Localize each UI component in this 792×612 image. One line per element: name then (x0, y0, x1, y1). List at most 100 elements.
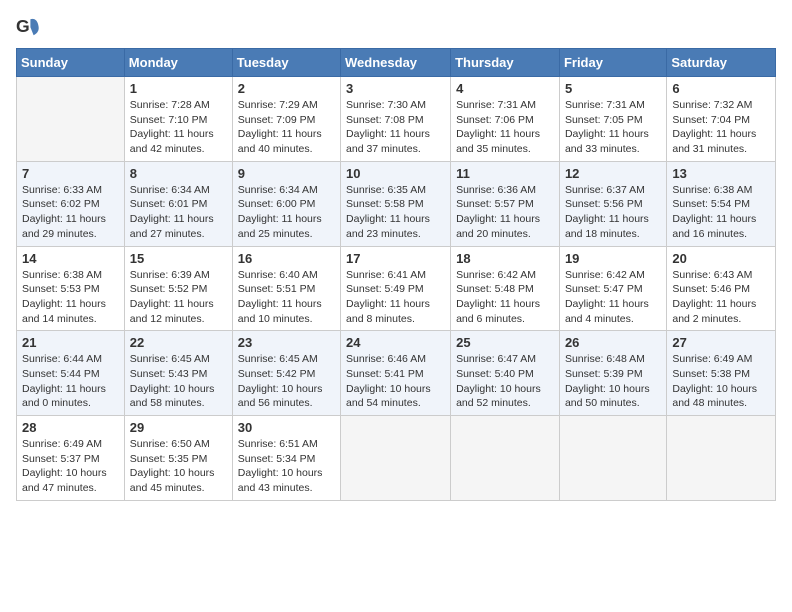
day-number: 10 (346, 166, 445, 181)
day-info: Sunrise: 6:44 AM Sunset: 5:44 PM Dayligh… (22, 352, 119, 411)
calendar-cell: 20Sunrise: 6:43 AM Sunset: 5:46 PM Dayli… (667, 246, 776, 331)
day-of-week-header: Thursday (451, 49, 560, 77)
day-info: Sunrise: 6:34 AM Sunset: 6:00 PM Dayligh… (238, 183, 335, 242)
day-info: Sunrise: 6:38 AM Sunset: 5:54 PM Dayligh… (672, 183, 770, 242)
calendar-cell: 10 Sunrise: 6:35 AM Sunset: 5:58 PM Dayli… (341, 161, 451, 246)
calendar-week-row: 28 Sunrise: 6:49 AM Sunset: 5:37 PM Dayli… (17, 416, 776, 501)
day-info: Sunrise: 6:49 AM Sunset: 5:38 PM Dayligh… (672, 352, 770, 411)
day-number: 5 (565, 81, 661, 96)
day-info: Sunrise: 6:49 AM Sunset: 5:37 PM Dayligh… (22, 437, 119, 496)
calendar-cell: 8 Sunrise: 6:34 AM Sunset: 6:01 PM Daylig… (124, 161, 232, 246)
day-number: 3 (346, 81, 445, 96)
calendar-cell: 12 Sunrise: 6:37 AM Sunset: 5:56 PM Dayli… (559, 161, 666, 246)
day-number: 17 (346, 251, 445, 266)
day-info: Sunrise: 7:28 AM Sunset: 7:10 PM Dayligh… (130, 98, 227, 157)
day-info: Sunrise: 6:38 AM Sunset: 5:53 PM Dayligh… (22, 268, 119, 327)
calendar-week-row: 1 Sunrise: 7:28 AM Sunset: 7:10 PM Daylig… (17, 77, 776, 162)
day-number: 21 (22, 335, 119, 350)
calendar-cell: 24 Sunrise: 6:46 AM Sunset: 5:41 PM Dayli… (341, 331, 451, 416)
day-info: Sunrise: 6:35 AM Sunset: 5:58 PM Dayligh… (346, 183, 445, 242)
day-number: 8 (130, 166, 227, 181)
day-info: Sunrise: 7:32 AM Sunset: 7:04 PM Dayligh… (672, 98, 770, 157)
calendar-cell: 25 Sunrise: 6:47 AM Sunset: 5:40 PM Dayli… (451, 331, 560, 416)
calendar-cell: 5Sunrise: 7:31 AM Sunset: 7:05 PM Daylig… (559, 77, 666, 162)
day-number: 23 (238, 335, 335, 350)
day-of-week-header: Monday (124, 49, 232, 77)
calendar-cell: 14 Sunrise: 6:38 AM Sunset: 5:53 PM Dayli… (17, 246, 125, 331)
day-number: 11 (456, 166, 554, 181)
day-info: Sunrise: 6:40 AM Sunset: 5:51 PM Dayligh… (238, 268, 335, 327)
day-number: 19 (565, 251, 661, 266)
day-info: Sunrise: 6:37 AM Sunset: 5:56 PM Dayligh… (565, 183, 661, 242)
svg-text:G: G (16, 16, 30, 36)
logo-icon: G (16, 16, 40, 40)
calendar-cell (559, 416, 666, 501)
logo: G (16, 16, 44, 40)
day-number: 14 (22, 251, 119, 266)
calendar-cell: 28 Sunrise: 6:49 AM Sunset: 5:37 PM Dayli… (17, 416, 125, 501)
day-number: 6 (672, 81, 770, 96)
day-number: 16 (238, 251, 335, 266)
day-number: 25 (456, 335, 554, 350)
calendar-cell: 21 Sunrise: 6:44 AM Sunset: 5:44 PM Dayli… (17, 331, 125, 416)
calendar-cell: 30 Sunrise: 6:51 AM Sunset: 5:34 PM Dayli… (232, 416, 340, 501)
calendar-cell: 16 Sunrise: 6:40 AM Sunset: 5:51 PM Dayli… (232, 246, 340, 331)
calendar-week-row: 21 Sunrise: 6:44 AM Sunset: 5:44 PM Dayli… (17, 331, 776, 416)
calendar-cell (667, 416, 776, 501)
day-info: Sunrise: 7:29 AM Sunset: 7:09 PM Dayligh… (238, 98, 335, 157)
day-info: Sunrise: 6:34 AM Sunset: 6:01 PM Dayligh… (130, 183, 227, 242)
calendar-cell: 4Sunrise: 7:31 AM Sunset: 7:06 PM Daylig… (451, 77, 560, 162)
calendar-cell: 29 Sunrise: 6:50 AM Sunset: 5:35 PM Dayli… (124, 416, 232, 501)
calendar-cell: 13 Sunrise: 6:38 AM Sunset: 5:54 PM Dayli… (667, 161, 776, 246)
calendar-cell: 18 Sunrise: 6:42 AM Sunset: 5:48 PM Dayli… (451, 246, 560, 331)
day-of-week-header: Wednesday (341, 49, 451, 77)
calendar-cell: 17Sunrise: 6:41 AM Sunset: 5:49 PM Dayli… (341, 246, 451, 331)
day-of-week-header: Friday (559, 49, 666, 77)
day-info: Sunrise: 6:46 AM Sunset: 5:41 PM Dayligh… (346, 352, 445, 411)
day-info: Sunrise: 6:39 AM Sunset: 5:52 PM Dayligh… (130, 268, 227, 327)
calendar-cell: 7 Sunrise: 6:33 AM Sunset: 6:02 PM Daylig… (17, 161, 125, 246)
calendar-cell: 11 Sunrise: 6:36 AM Sunset: 5:57 PM Dayli… (451, 161, 560, 246)
calendar-cell (341, 416, 451, 501)
day-info: Sunrise: 6:47 AM Sunset: 5:40 PM Dayligh… (456, 352, 554, 411)
day-number: 7 (22, 166, 119, 181)
day-info: Sunrise: 7:30 AM Sunset: 7:08 PM Dayligh… (346, 98, 445, 157)
day-info: Sunrise: 6:50 AM Sunset: 5:35 PM Dayligh… (130, 437, 227, 496)
day-number: 15 (130, 251, 227, 266)
day-info: Sunrise: 6:42 AM Sunset: 5:47 PM Dayligh… (565, 268, 661, 327)
day-info: Sunrise: 6:45 AM Sunset: 5:43 PM Dayligh… (130, 352, 227, 411)
calendar-cell: 19 Sunrise: 6:42 AM Sunset: 5:47 PM Dayli… (559, 246, 666, 331)
day-number: 1 (130, 81, 227, 96)
calendar-cell (451, 416, 560, 501)
calendar-cell: 3 Sunrise: 7:30 AM Sunset: 7:08 PM Daylig… (341, 77, 451, 162)
calendar-cell: 26 Sunrise: 6:48 AM Sunset: 5:39 PM Dayli… (559, 331, 666, 416)
day-number: 13 (672, 166, 770, 181)
day-number: 12 (565, 166, 661, 181)
day-info: Sunrise: 6:45 AM Sunset: 5:42 PM Dayligh… (238, 352, 335, 411)
calendar-cell (17, 77, 125, 162)
calendar-cell: 15 Sunrise: 6:39 AM Sunset: 5:52 PM Dayli… (124, 246, 232, 331)
day-number: 28 (22, 420, 119, 435)
day-number: 24 (346, 335, 445, 350)
day-of-week-header: Tuesday (232, 49, 340, 77)
day-info: Sunrise: 7:31 AM Sunset: 7:06 PM Dayligh… (456, 98, 554, 157)
day-number: 26 (565, 335, 661, 350)
day-number: 30 (238, 420, 335, 435)
day-number: 9 (238, 166, 335, 181)
calendar-cell: 1 Sunrise: 7:28 AM Sunset: 7:10 PM Daylig… (124, 77, 232, 162)
day-of-week-header: Saturday (667, 49, 776, 77)
day-info: Sunrise: 6:33 AM Sunset: 6:02 PM Dayligh… (22, 183, 119, 242)
calendar-cell: 23 Sunrise: 6:45 AM Sunset: 5:42 PM Dayli… (232, 331, 340, 416)
day-number: 2 (238, 81, 335, 96)
day-info: Sunrise: 6:51 AM Sunset: 5:34 PM Dayligh… (238, 437, 335, 496)
calendar-week-row: 7 Sunrise: 6:33 AM Sunset: 6:02 PM Daylig… (17, 161, 776, 246)
day-number: 29 (130, 420, 227, 435)
day-info: Sunrise: 6:36 AM Sunset: 5:57 PM Dayligh… (456, 183, 554, 242)
day-number: 22 (130, 335, 227, 350)
day-number: 18 (456, 251, 554, 266)
calendar-cell: 27Sunrise: 6:49 AM Sunset: 5:38 PM Dayli… (667, 331, 776, 416)
day-info: Sunrise: 6:42 AM Sunset: 5:48 PM Dayligh… (456, 268, 554, 327)
day-info: Sunrise: 6:48 AM Sunset: 5:39 PM Dayligh… (565, 352, 661, 411)
calendar-cell: 9 Sunrise: 6:34 AM Sunset: 6:00 PM Daylig… (232, 161, 340, 246)
calendar-body: 1 Sunrise: 7:28 AM Sunset: 7:10 PM Daylig… (17, 77, 776, 501)
